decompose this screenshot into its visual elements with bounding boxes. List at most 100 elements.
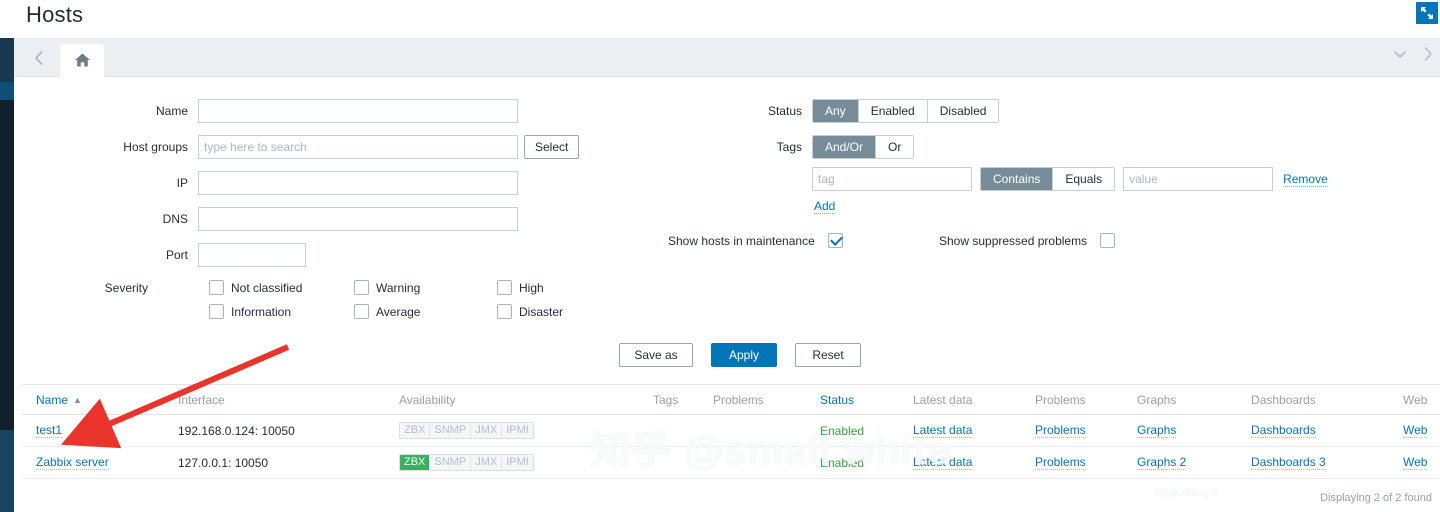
name-input[interactable] (198, 99, 518, 123)
severity-checkbox-information[interactable]: Information (209, 304, 291, 320)
checkbox-show-suppressed[interactable] (1100, 233, 1116, 249)
checkbox-average[interactable] (354, 304, 369, 320)
host-name-link[interactable]: Zabbix server (36, 447, 109, 478)
tags-operator-segmented-control[interactable]: And/Or Or (812, 135, 915, 159)
save-as-button[interactable]: Save as (619, 343, 693, 367)
host-graphs-label: Graphs 2 (1137, 455, 1187, 470)
severity-label-average: Average (376, 304, 421, 319)
tag-match-segmented-control[interactable]: Contains Equals (980, 167, 1116, 191)
home-icon (74, 52, 91, 71)
severity-label-not-classified: Not classified (231, 280, 303, 295)
checkbox-show-maintenance[interactable] (828, 233, 844, 249)
tab-bar (14, 38, 1440, 78)
host-availability: ZBX SNMP JMX IPMI (399, 415, 534, 446)
availability-badges: ZBX SNMP JMX IPMI (399, 454, 534, 471)
host-groups-input[interactable] (198, 135, 518, 159)
show-maintenance-row[interactable]: Show hosts in maintenance (668, 233, 844, 249)
tag-name-input[interactable] (812, 167, 972, 191)
status-label: Status (767, 104, 802, 118)
host-interface: 192.168.0.124: 10050 (178, 423, 295, 438)
host-graphs-link[interactable]: Graphs 2 (1137, 447, 1187, 478)
severity-label-wrap: Severity (98, 281, 158, 295)
page-title: Hosts (26, 2, 84, 27)
tab-home[interactable] (60, 44, 104, 78)
rail-segment-highlight (0, 82, 14, 100)
severity-checkbox-disaster[interactable]: Disaster (497, 304, 563, 320)
severity-checkbox-not-classified[interactable]: Not classified (209, 280, 303, 296)
show-suppressed-row[interactable]: Show suppressed problems (939, 233, 1116, 249)
host-latest-data-link[interactable]: Latest data (913, 447, 973, 478)
tags-operator-andor[interactable]: And/Or (813, 136, 876, 158)
column-header-problems-2: Problems (1035, 392, 1086, 407)
status-option-disabled[interactable]: Disabled (926, 100, 999, 122)
name-label: Name (155, 104, 188, 118)
severity-checkbox-high[interactable]: High (497, 280, 544, 296)
checkbox-not-classified[interactable] (209, 280, 224, 296)
tag-value-input[interactable] (1123, 167, 1274, 191)
column-header-status[interactable]: Status (820, 385, 854, 414)
filter-field-host-groups: Host groups Select (98, 135, 598, 159)
host-status: Enabled (820, 423, 865, 438)
checkbox-warning[interactable] (354, 280, 369, 296)
availability-ipmi: IPMI (501, 423, 533, 438)
host-name-link[interactable]: test1 (36, 415, 63, 446)
host-graphs-label: Graphs (1137, 423, 1177, 438)
tab-back-button[interactable] (26, 47, 52, 71)
severity-checkbox-warning[interactable]: Warning (354, 280, 421, 296)
host-dashboards-label: Dashboards (1251, 423, 1316, 438)
dns-label: DNS (162, 212, 188, 226)
ip-input[interactable] (198, 171, 518, 195)
table-header-row: Name ▲ Interface Availability Tags Proble… (22, 384, 1440, 415)
tag-add-link[interactable]: Add (814, 199, 836, 214)
column-header-name[interactable]: Name ▲ (36, 385, 82, 414)
reset-button[interactable]: Reset (795, 343, 861, 367)
severity-label-warning: Warning (376, 280, 421, 295)
rail-segment-upper (0, 38, 14, 82)
host-web-link[interactable]: Web (1403, 447, 1428, 478)
column-header-tags: Tags (653, 392, 679, 407)
host-problems-link[interactable]: Problems (1035, 447, 1086, 478)
checkbox-disaster[interactable] (497, 304, 512, 320)
host-latest-data-link[interactable]: Latest data (913, 415, 973, 446)
availability-jmx: JMX (470, 455, 502, 470)
filter-field-port: Port (98, 243, 398, 267)
host-dashboards-link[interactable]: Dashboards 3 (1251, 447, 1326, 478)
port-input[interactable] (198, 243, 306, 267)
tag-match-equals[interactable]: Equals (1052, 168, 1115, 190)
chevron-down-icon[interactable] (1392, 47, 1408, 64)
availability-ipmi: IPMI (501, 455, 533, 470)
host-name-label: test1 (36, 423, 63, 438)
tag-match-contains[interactable]: Contains (981, 168, 1053, 190)
host-dashboards-link[interactable]: Dashboards (1251, 415, 1316, 446)
show-maintenance-label: Show hosts in maintenance (668, 233, 815, 248)
chevron-right-icon[interactable] (1422, 46, 1434, 65)
filter-actions: Save as Apply Reset (619, 343, 861, 367)
status-option-any[interactable]: Any (813, 100, 858, 122)
host-availability: ZBX SNMP JMX IPMI (399, 447, 534, 478)
checkbox-information[interactable] (209, 304, 224, 320)
host-graphs-link[interactable]: Graphs (1137, 415, 1177, 446)
tab-bar-controls (1392, 46, 1434, 65)
host-latest-data-label: Latest data (913, 455, 973, 470)
filter-field-ip: IP (98, 171, 538, 195)
dns-input[interactable] (198, 207, 518, 231)
column-header-dashboards: Dashboards (1251, 392, 1316, 407)
tags-operator-or[interactable]: Or (875, 136, 914, 158)
column-header-graphs: Graphs (1137, 392, 1177, 407)
checkbox-high[interactable] (497, 280, 512, 296)
apply-button[interactable]: Apply (711, 343, 777, 367)
availability-jmx: JMX (470, 423, 502, 438)
tag-remove-link[interactable]: Remove (1283, 172, 1328, 187)
host-web-link[interactable]: Web (1403, 415, 1428, 446)
status-segmented-control[interactable]: Any Enabled Disabled (812, 99, 1000, 123)
host-status: Enabled (820, 455, 865, 470)
page-header: Hosts (14, 0, 1440, 38)
host-groups-select-button[interactable]: Select (524, 135, 580, 159)
severity-checkbox-average[interactable]: Average (354, 304, 421, 320)
table-row: Zabbix server 127.0.0.1: 10050 ZBX SNMP … (22, 447, 1440, 479)
host-name-label: Zabbix server (36, 455, 109, 470)
left-navigation-rail[interactable] (0, 0, 14, 512)
host-problems-link[interactable]: Problems (1035, 415, 1086, 446)
kiosk-mode-button[interactable] (1416, 2, 1438, 24)
status-option-enabled[interactable]: Enabled (857, 100, 927, 122)
